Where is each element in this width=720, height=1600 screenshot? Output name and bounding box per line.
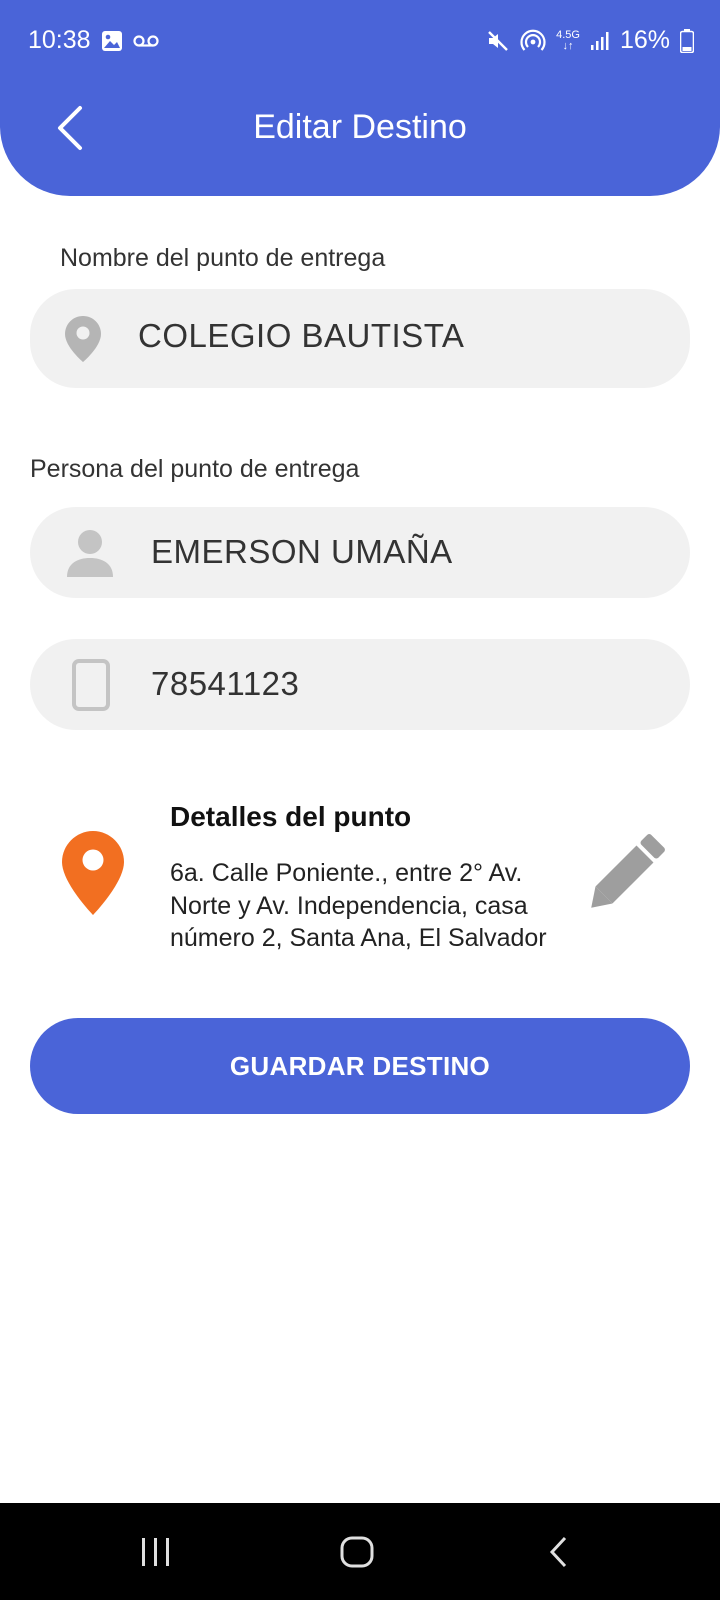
status-time: 10:38 [28,26,91,54]
status-right: 4.5G ↓↑ 16% [486,26,694,55]
pencil-icon [591,834,665,908]
details-address: 6a. Calle Poniente., entre 2° Av. Norte … [170,859,547,952]
edit-details-button[interactable] [580,823,676,919]
phone-field[interactable]: 78541123 [30,639,690,730]
point-details: Detalles del punto 6a. Calle Poniente., … [0,795,720,985]
person-icon [67,530,113,577]
voicemail-icon [132,34,159,47]
location-pin-icon [65,316,101,362]
person-label: Persona del punto de entrega [30,455,360,483]
map-marker-icon [62,831,124,915]
person-field[interactable]: EMERSON UMAÑA [30,507,690,598]
network-4g-icon: 4.5G ↓↑ [556,28,580,52]
recents-icon [142,1538,169,1566]
nav-back-button[interactable] [535,1531,585,1573]
signal-icon [590,31,609,50]
page-title: Editar Destino [253,108,467,146]
status-left: 10:38 [28,26,159,55]
hotspot-icon [520,29,546,51]
phone-icon [72,659,110,711]
person-value[interactable]: EMERSON UMAÑA [151,533,453,571]
details-title: Detalles del punto [170,801,412,832]
battery-icon [680,28,694,53]
image-icon [101,30,122,51]
delivery-point-field[interactable]: COLEGIO BAUTISTA [30,289,690,388]
battery-percent: 16% [619,26,670,54]
mute-icon [488,30,508,51]
home-icon [340,1536,374,1568]
recents-button[interactable] [131,1531,181,1573]
delivery-point-label: Nombre del punto de entrega [60,244,386,272]
network-label: 4.5G [556,28,580,41]
title-row: Editar Destino [0,96,720,160]
phone-value[interactable]: 78541123 [151,665,299,703]
app-header: 10:38 4.5G ↓↑ 16% Editar Destino [0,0,720,196]
delivery-point-value[interactable]: COLEGIO BAUTISTA [138,317,464,355]
home-button[interactable] [332,1531,382,1573]
save-destination-button[interactable]: GUARDAR DESTINO [30,1018,690,1114]
status-bar: 10:38 4.5G ↓↑ 16% [0,0,720,80]
back-icon [549,1536,567,1568]
system-nav-bar [0,1503,720,1600]
